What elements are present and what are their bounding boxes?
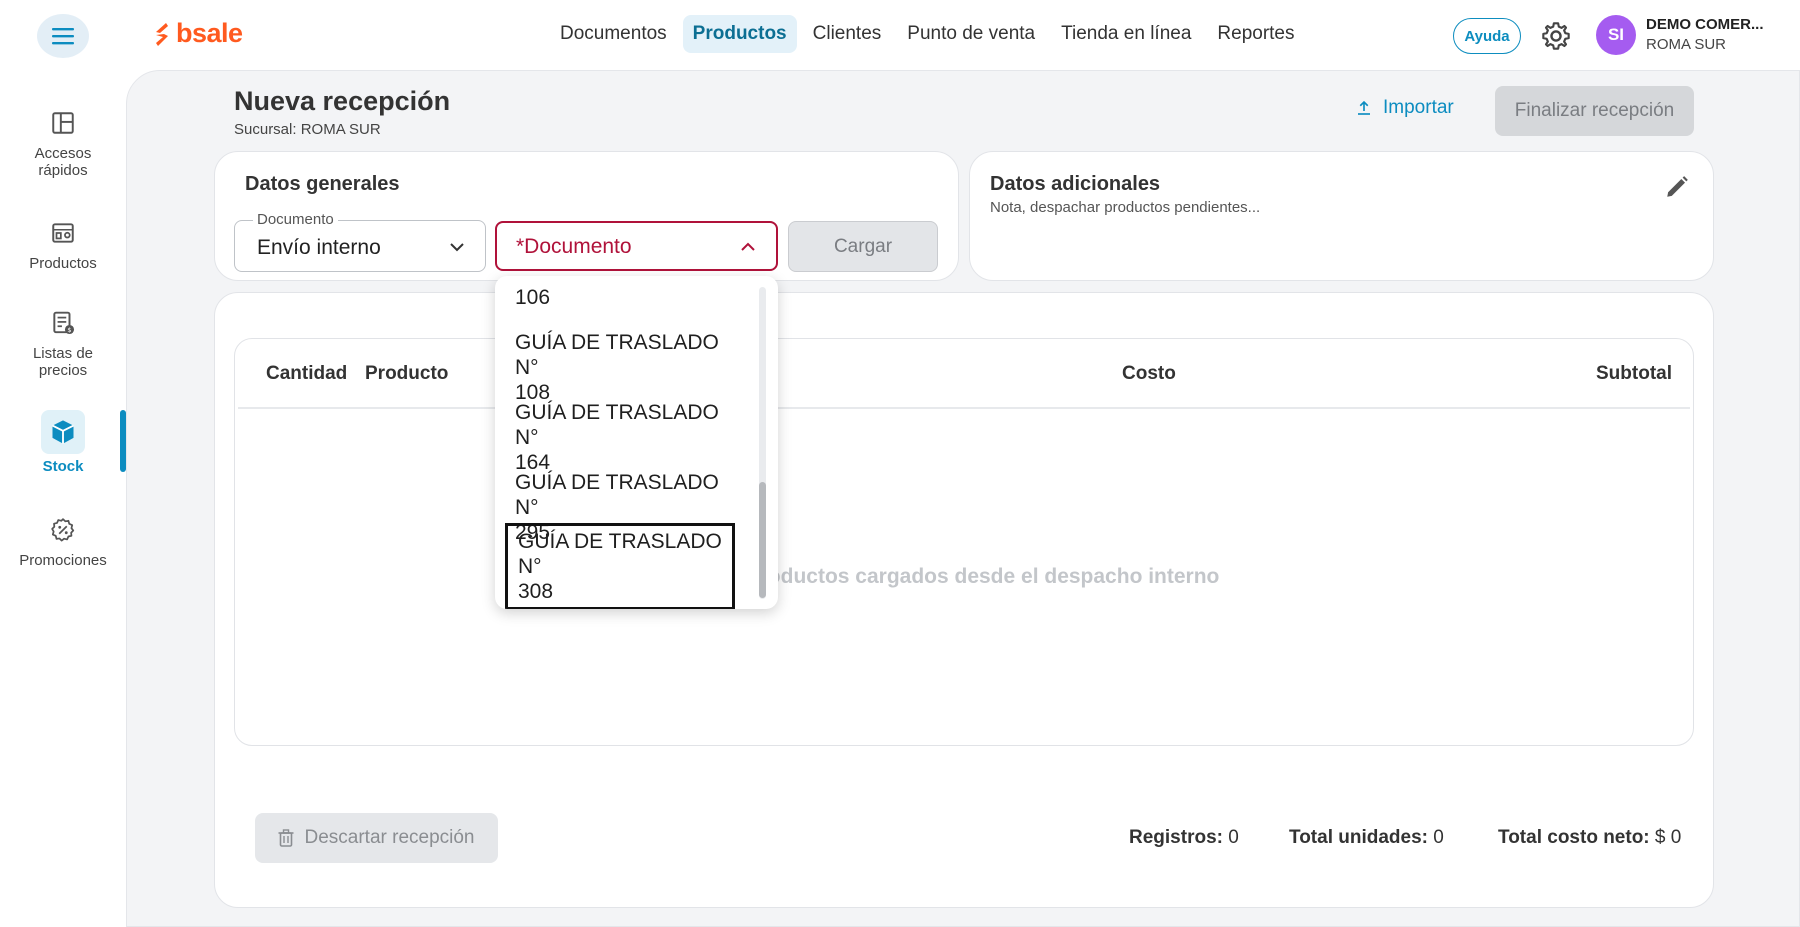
import-button[interactable]: Importar (1355, 97, 1454, 119)
registros-total: Registros: 0 (1129, 827, 1239, 848)
document-number-placeholder: *Documento (516, 235, 632, 258)
chevron-down-icon (450, 243, 464, 252)
additional-data-title: Datos adicionales (990, 173, 1161, 195)
finish-reception-button[interactable]: Finalizar recepción (1495, 86, 1694, 136)
nav-punto-de-venta[interactable]: Punto de venta (897, 15, 1045, 53)
company-info[interactable]: DEMO COMER... ROMA SUR (1646, 16, 1764, 53)
promotion-icon (45, 512, 81, 548)
page-title: Nueva recepción (234, 86, 451, 116)
additional-data-note: Nota, despachar productos pendientes... (990, 199, 1261, 216)
document-type-value: Envío interno (257, 236, 381, 259)
nav-reportes[interactable]: Reportes (1207, 15, 1304, 53)
sidebar-item-promociones[interactable]: Promociones (0, 512, 126, 569)
dropdown-option[interactable]: 106 (515, 285, 745, 310)
sidebar-label: Listas de precios (32, 345, 94, 379)
sidebar-label: Productos (29, 255, 97, 272)
column-header-subtotal: Subtotal (1596, 363, 1672, 384)
products-icon (45, 215, 81, 251)
sidebar-item-stock[interactable]: Stock (0, 410, 126, 475)
nav-clientes[interactable]: Clientes (803, 15, 892, 53)
sidebar-label: Stock (42, 458, 84, 475)
company-name: DEMO COMER... (1646, 16, 1764, 33)
logo-text: bsale (176, 18, 243, 48)
column-header-cantidad: Cantidad (266, 363, 348, 384)
units-total: Total unidades: 0 (1289, 827, 1444, 848)
hamburger-icon (52, 28, 74, 45)
document-number-select[interactable]: *Documento (495, 221, 778, 271)
sidebar-label: Accesos rápidos (34, 145, 92, 179)
chevron-up-icon (741, 242, 755, 251)
dropdown-option[interactable]: GUÍA DE TRASLADO N° 108 (515, 330, 745, 405)
page-subtitle: Sucursal: ROMA SUR (234, 121, 381, 138)
document-type-select[interactable]: Documento Envío interno (234, 211, 486, 272)
dropdown-option-highlighted[interactable]: GUÍA DE TRASLADO N° 308 (505, 523, 735, 609)
nav-documentos[interactable]: Documentos (550, 15, 677, 53)
discard-label: Descartar recepción (304, 827, 475, 848)
top-bar: bsale Documentos Productos Clientes Punt… (0, 0, 1800, 70)
upload-icon (1358, 100, 1370, 115)
load-button[interactable]: Cargar (788, 221, 938, 272)
discard-reception-button[interactable]: Descartar recepción (255, 813, 498, 863)
column-header-costo: Costo (1122, 363, 1176, 384)
sidebar-item-productos[interactable]: Productos (0, 215, 126, 272)
column-header-producto: Producto (365, 363, 449, 384)
table-header-divider (238, 407, 1690, 409)
general-data-title: Datos generales (245, 173, 400, 195)
hamburger-menu-button[interactable] (37, 14, 89, 58)
sidebar-item-accesos-rapidos[interactable]: Accesos rápidos (0, 105, 126, 179)
sidebar-item-listas-de-precios[interactable]: $ Listas de precios (0, 305, 126, 379)
help-button[interactable]: Ayuda (1453, 18, 1521, 54)
avatar[interactable]: SI (1596, 15, 1636, 55)
layout-icon (45, 105, 81, 141)
sidebar-label: Promociones (19, 552, 107, 569)
dropdown-option[interactable]: GUÍA DE TRASLADO N° 164 (515, 400, 745, 475)
main-nav: Documentos Productos Clientes Punto de v… (550, 15, 1305, 53)
products-table (234, 338, 1694, 746)
nav-tienda-en-linea[interactable]: Tienda en línea (1051, 15, 1201, 53)
import-label: Importar (1383, 97, 1454, 118)
net-cost-total: Total costo neto: $ 0 (1498, 827, 1682, 848)
company-branch: ROMA SUR (1646, 36, 1727, 53)
pencil-icon[interactable] (1664, 174, 1690, 200)
gear-icon[interactable] (1540, 20, 1572, 52)
sidebar: Accesos rápidos Productos $ Listas de prec… (0, 70, 126, 927)
bsale-logo[interactable]: bsale (152, 18, 243, 49)
additional-data-card[interactable] (969, 151, 1714, 281)
document-type-legend: Documento (253, 211, 338, 228)
dropdown-scrollbar-thumb[interactable] (759, 482, 766, 598)
box-icon (41, 410, 85, 454)
bsale-logo-icon (156, 22, 168, 46)
svg-text:$: $ (67, 326, 71, 334)
document-dropdown-list[interactable]: 106 GUÍA DE TRASLADO N° 108 GUÍA DE TRASL… (495, 276, 778, 609)
price-list-icon: $ (45, 305, 81, 341)
nav-productos[interactable]: Productos (682, 15, 797, 53)
trash-icon (278, 829, 294, 847)
